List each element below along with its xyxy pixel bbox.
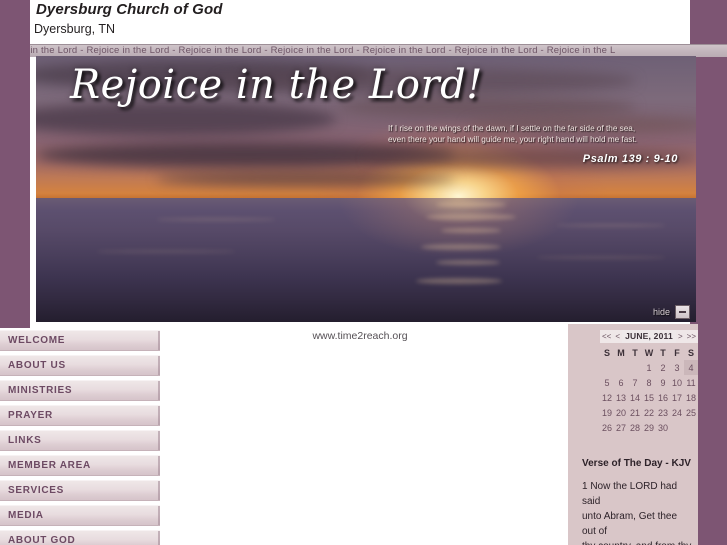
page-root: Dyersburg Church of God Dyersburg, TN e … [0,0,727,545]
sidebar-item-label: MEMBER AREA [8,460,91,471]
calendar-day[interactable]: 24 [670,405,684,420]
calendar-title[interactable]: JUNE, 2011 [622,330,676,343]
sidebar-item-media[interactable]: MEDIA [0,505,160,526]
calendar-day[interactable]: 30 [656,420,670,435]
site-url-text: www.time2reach.org [312,330,408,342]
calendar-weekday-row: S M T W T F S [600,346,698,360]
calendar-week-row: 1 2 3 4 [600,360,698,375]
right-panel: << < JUNE, 2011 > >> S M T W T F S 1 2 3… [568,324,698,545]
sidebar-item-label: MEDIA [8,510,44,521]
calendar-day[interactable] [614,360,628,375]
sidebar-item-about-us[interactable]: ABOUT US [0,355,160,376]
calendar-weekday: S [603,348,610,358]
calendar-next-year-button[interactable]: >> [684,330,698,343]
calendar-weekday: W [644,348,654,358]
calendar-day[interactable]: 14 [628,390,642,405]
calendar-week-row: 12 13 14 15 16 17 18 [600,390,698,405]
calendar-day[interactable]: 25 [684,405,698,420]
verse-line: unto Abram, Get thee out of [582,511,678,537]
sidebar-item-label: SERVICES [8,485,64,496]
banner-hide-control[interactable]: hide [653,305,690,319]
calendar-widget: << < JUNE, 2011 > >> S M T W T F S 1 2 3… [600,330,698,435]
cloud-shape [156,172,456,186]
calendar-weekday: M [617,348,625,358]
hero-banner-image: Rejoice in the Lord! If I rise on the wi… [36,56,696,322]
sidebar-item-ministries[interactable]: MINISTRIES [0,380,160,401]
calendar-weekday: S [687,348,694,358]
calendar-day-today[interactable]: 4 [684,360,698,375]
calendar-grid: S M T W T F S 1 2 3 4 5 6 7 8 9 10 11 12… [600,346,698,435]
sidebar-item-links[interactable]: LINKS [0,430,160,451]
calendar-day[interactable] [628,360,642,375]
sidebar-item-welcome[interactable]: WELCOME [0,330,160,351]
ocean-surface [36,198,696,322]
calendar-day[interactable]: 26 [600,420,614,435]
sidebar-item-label: MINISTRIES [8,385,73,396]
calendar-day[interactable]: 1 [642,360,656,375]
sidebar-nav: WELCOME ABOUT US MINISTRIES PRAYER LINKS… [0,328,160,545]
calendar-day[interactable]: 19 [600,405,614,420]
calendar-day[interactable]: 23 [656,405,670,420]
calendar-prev-month-button[interactable]: < [613,330,623,343]
calendar-day[interactable]: 2 [656,360,670,375]
verse-of-the-day-text: 1 Now the LORD had said unto Abram, Get … [582,479,692,545]
calendar-day[interactable] [600,360,614,375]
sidebar-item-prayer[interactable]: PRAYER [0,405,160,426]
main-content: www.time2reach.org [160,324,560,545]
calendar-weekday: T [660,348,666,358]
calendar-nav: << < JUNE, 2011 > >> [600,330,698,343]
calendar-weekday: T [632,348,638,358]
calendar-week-row: 26 27 28 29 30 [600,420,698,435]
calendar-day[interactable]: 8 [642,375,656,390]
calendar-day[interactable]: 9 [656,375,670,390]
calendar-day[interactable]: 17 [670,390,684,405]
site-location: Dyersburg, TN [34,22,116,36]
calendar-next-month-button[interactable]: > [675,330,685,343]
verse-line: thy country, and from thy [582,539,692,545]
hide-label: hide [652,307,670,317]
sidebar-item-label: ABOUT US [8,360,66,371]
sidebar-item-member-area[interactable]: MEMBER AREA [0,455,160,476]
calendar-day[interactable]: 27 [614,420,628,435]
calendar-day[interactable]: 28 [628,420,642,435]
verse-line: 1 Now the LORD had said [582,481,678,507]
calendar-day[interactable]: 29 [642,420,656,435]
banner-verse-line-1: If I rise on the wings of the dawn, if I… [388,124,636,133]
calendar-day[interactable]: 7 [628,375,642,390]
calendar-day[interactable]: 12 [600,390,614,405]
calendar-day[interactable]: 10 [670,375,684,390]
banner-headline: Rejoice in the Lord! [70,62,483,108]
calendar-day[interactable]: 3 [670,360,684,375]
calendar-day[interactable]: 6 [614,375,628,390]
calendar-day[interactable]: 13 [614,390,628,405]
calendar-day[interactable]: 20 [614,405,628,420]
sidebar-item-label: PRAYER [8,410,53,421]
calendar-day[interactable]: 21 [628,405,642,420]
sidebar-item-label: LINKS [8,435,42,446]
calendar-day[interactable]: 18 [684,390,698,405]
minus-icon[interactable] [675,305,690,319]
calendar-day[interactable]: 11 [684,375,698,390]
banner-verse-line-2: even there your hand will guide me, your… [388,134,637,144]
calendar-day[interactable] [684,420,698,435]
banner-verse-reference: Psalm 139 : 9-10 [582,153,678,165]
calendar-week-row: 5 6 7 8 9 10 11 [600,375,698,390]
sidebar-item-about-god[interactable]: ABOUT GOD [0,530,160,545]
calendar-week-row: 19 20 21 22 23 24 25 [600,405,698,420]
site-header: Dyersburg Church of God Dyersburg, TN [30,0,690,44]
sidebar-item-label: ABOUT GOD [8,535,76,545]
page-title: Dyersburg Church of God [36,1,223,18]
calendar-day[interactable]: 16 [656,390,670,405]
calendar-day[interactable]: 15 [642,390,656,405]
calendar-day[interactable]: 5 [600,375,614,390]
calendar-weekday: F [674,348,680,358]
verse-of-the-day: Verse of The Day - KJV 1 Now the LORD ha… [582,458,692,545]
sidebar-item-services[interactable]: SERVICES [0,480,160,501]
sidebar-item-label: WELCOME [8,335,66,346]
calendar-prev-year-button[interactable]: << [600,330,614,343]
verse-of-the-day-title: Verse of The Day - KJV [582,458,691,469]
banner-verse: If I rise on the wings of the dawn, if I… [388,124,678,165]
calendar-day[interactable] [670,420,684,435]
calendar-day[interactable]: 22 [642,405,656,420]
